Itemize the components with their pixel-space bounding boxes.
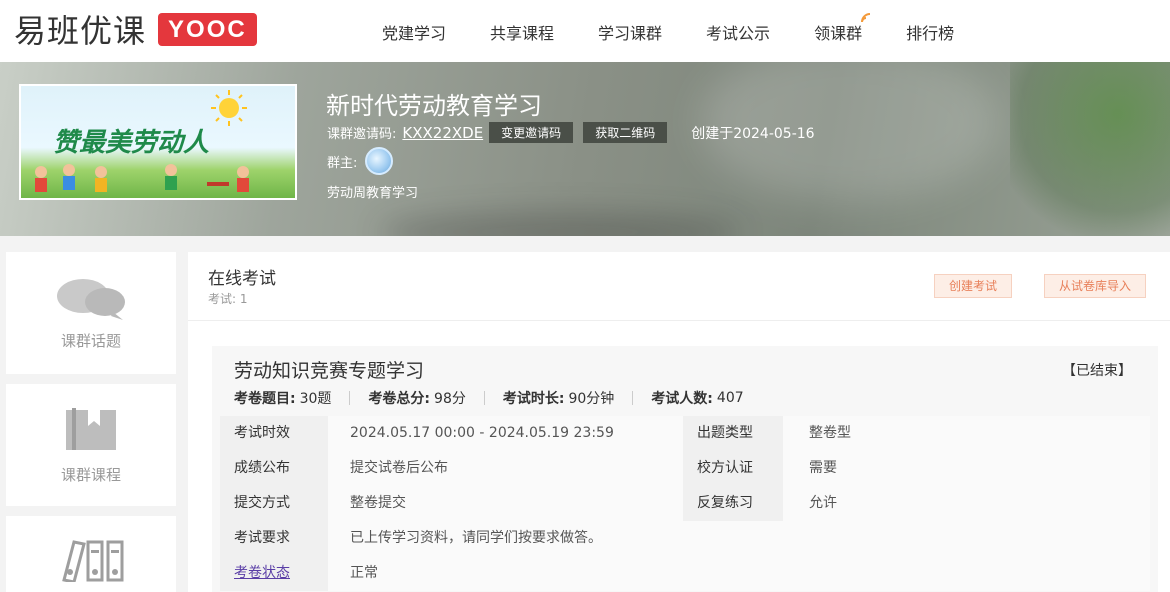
stat-total-score-value: 98分 — [434, 391, 466, 407]
sidebar-item-courses-label: 课群课程 — [60, 466, 121, 484]
top-navbar: 易班优课 YOOC 党建学习 共享课程 学习课群 考试公示 领课群 排行榜 — [0, 0, 1170, 62]
section-title: 在线考试 — [208, 269, 276, 289]
get-qr-code-button[interactable]: 获取二维码 — [583, 122, 668, 143]
nav-item-party-study[interactable]: 党建学习 — [382, 20, 446, 44]
detail-key: 考试要求 — [220, 520, 328, 556]
table-row: 考试要求 已上传学习资料，请同学们按要求做答。 — [220, 520, 1150, 556]
section-divider — [188, 320, 1170, 321]
owner-avatar[interactable] — [365, 147, 394, 175]
sidebar-item-materials[interactable] — [6, 516, 176, 592]
nav-item-leaderboard[interactable]: 排行榜 — [906, 20, 954, 44]
create-exam-button[interactable]: 创建考试 — [934, 274, 1013, 298]
exam-details-table: 考试时效 2024.05.17 00:00 - 2024.05.19 23:59… — [220, 415, 1150, 591]
brand-name: 易班优课 — [14, 12, 147, 50]
table-row: 成绩公布 提交试卷后公布 校方认证 需要 — [220, 450, 1150, 486]
signal-wave-icon — [861, 13, 871, 23]
brand-logo[interactable]: 易班优课 YOOC — [14, 9, 257, 50]
exam-status-link[interactable]: 考卷状态 — [234, 565, 290, 581]
detail-key: 校方认证 — [683, 450, 783, 486]
exam-status-badge: 【已结束】 — [1062, 363, 1132, 379]
detail-key: 出题类型 — [683, 415, 783, 451]
course-meta: 课群邀请码: KXX22XDE 变更邀请码 获取二维码 创建于2024-05-1… — [327, 122, 815, 143]
stat-separator — [632, 391, 634, 405]
book-icon — [66, 408, 116, 450]
import-from-bank-button[interactable]: 从试卷库导入 — [1044, 274, 1147, 298]
table-row: 考卷状态 正常 — [220, 555, 1150, 591]
main-nav: 党建学习 共享课程 学习课群 考试公示 领课群 排行榜 — [382, 13, 998, 44]
cover-title: 赞最美劳动人 — [53, 128, 210, 158]
stat-participants-label: 考试人数: — [651, 391, 713, 407]
exam-stats: 考卷题目: 30题 考卷总分: 98分 考试时长: 90分钟 考试人数: 407 — [234, 388, 744, 408]
table-row: 提交方式 整卷提交 反复练习 允许 — [220, 485, 1150, 521]
detail-key: 考卷状态 — [220, 555, 328, 591]
stat-questions-value: 30题 — [299, 391, 332, 407]
stat-total-score-label: 考卷总分: — [368, 391, 431, 407]
nav-item-study-groups[interactable]: 学习课群 — [598, 20, 662, 44]
sidebar-item-topics[interactable]: 课群话题 — [6, 252, 176, 374]
table-row: 考试时效 2024.05.17 00:00 - 2024.05.19 23:59… — [220, 415, 1150, 451]
brand-badge: YOOC — [158, 12, 257, 46]
chat-bubbles-icon — [57, 279, 125, 320]
stat-separator — [349, 391, 351, 405]
sidebar-item-topics-label: 课群话题 — [60, 332, 121, 350]
detail-key: 成绩公布 — [220, 450, 328, 486]
owner-label: 群主: — [327, 155, 358, 171]
exam-name[interactable]: 劳动知识竞赛专题学习 — [234, 356, 424, 383]
stat-duration-value: 90分钟 — [568, 391, 615, 407]
stat-separator — [483, 391, 485, 405]
detail-value: 整卷提交 — [328, 485, 683, 521]
course-description: 劳动周教育学习 — [327, 186, 419, 201]
course-owner: 群主: — [327, 147, 394, 175]
detail-value: 已上传学习资料，请同学们按要求做答。 — [328, 520, 1150, 556]
stat-participants-value: 407 — [716, 390, 744, 406]
sidebar-item-courses[interactable]: 课群课程 — [6, 384, 176, 506]
stat-questions-label: 考卷题目: — [234, 391, 296, 407]
detail-key: 考试时效 — [220, 415, 328, 451]
detail-value: 2024.05.17 00:00 - 2024.05.19 23:59 — [328, 415, 683, 451]
invite-code-label: 课群邀请码: — [327, 127, 397, 142]
banner-decoration — [380, 212, 740, 236]
stat-duration-label: 考试时长: — [502, 391, 565, 407]
nav-item-exam-notice[interactable]: 考试公示 — [706, 20, 770, 44]
course-title: 新时代劳动教育学习 — [326, 92, 542, 120]
course-cover-image: 赞最美劳动人 — [19, 84, 297, 200]
detail-value: 需要 — [783, 450, 1150, 486]
children-illustration — [35, 164, 249, 192]
exam-panel: 在线考试 考试: 1 创建考试 从试卷库导入 劳动知识竞赛专题学习 【已结束】 … — [188, 252, 1170, 592]
exam-count: 考试: 1 — [208, 292, 248, 306]
sun-icon — [211, 90, 247, 126]
exam-card: 劳动知识竞赛专题学习 【已结束】 考卷题目: 30题 考卷总分: 98分 考试时… — [212, 346, 1158, 592]
detail-key: 反复练习 — [683, 485, 783, 521]
detail-value: 整卷型 — [783, 415, 1150, 451]
nav-item-shared-courses[interactable]: 共享课程 — [490, 20, 554, 44]
nav-item-claim-group-label: 领课群 — [814, 24, 863, 43]
nav-item-claim-group[interactable]: 领课群 — [814, 13, 871, 44]
detail-key: 提交方式 — [220, 485, 328, 521]
created-date: 创建于2024-05-16 — [691, 125, 815, 142]
detail-value: 提交试卷后公布 — [328, 450, 683, 486]
detail-value: 允许 — [783, 485, 1150, 521]
binders-icon — [62, 540, 124, 582]
change-invite-code-button[interactable]: 变更邀请码 — [489, 122, 574, 143]
detail-value: 正常 — [328, 555, 1150, 591]
invite-code[interactable]: KXX22XDE — [402, 124, 483, 142]
